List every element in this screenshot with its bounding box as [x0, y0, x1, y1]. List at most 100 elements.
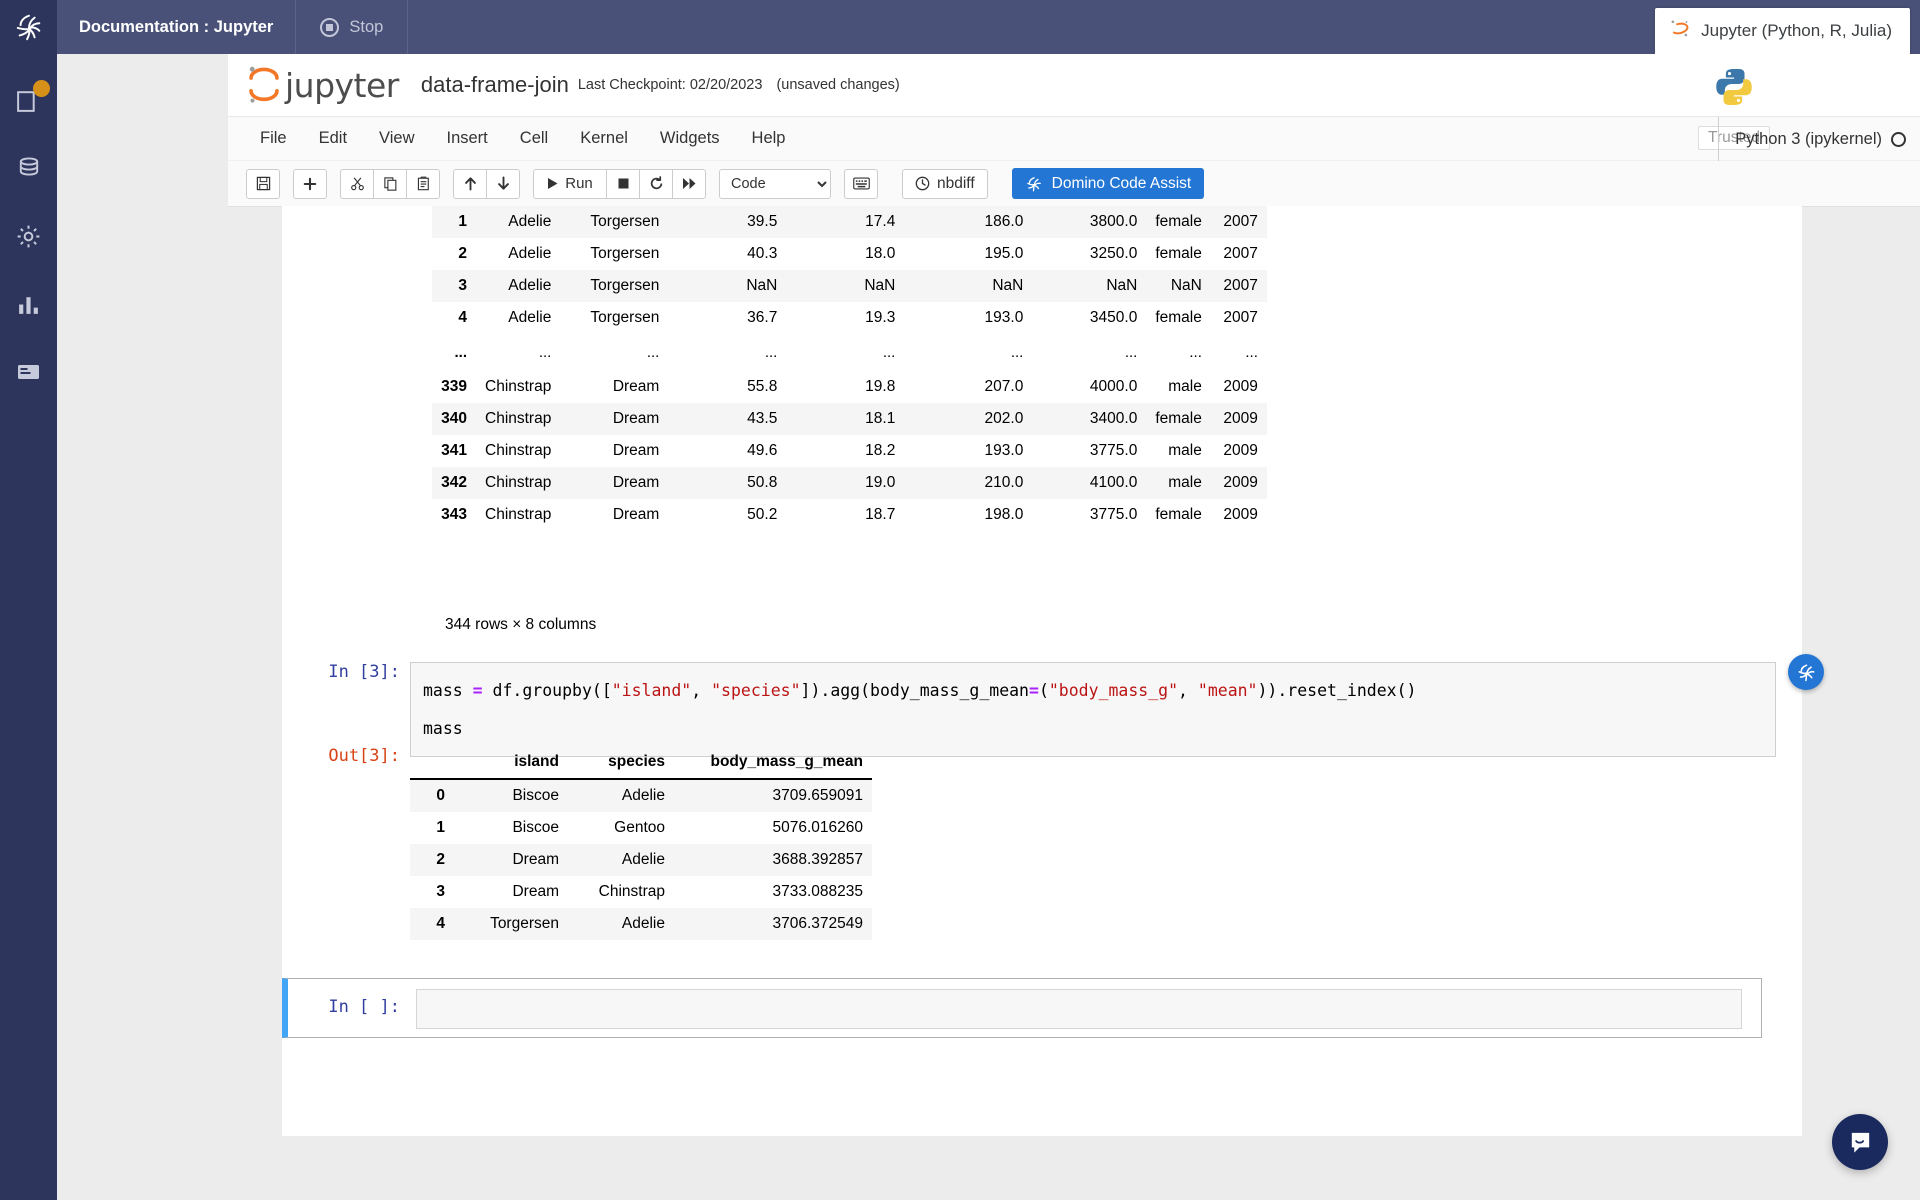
menu-cell[interactable]: Cell: [504, 123, 564, 154]
menu-view[interactable]: View: [363, 123, 430, 154]
cell-bill-length: 36.7: [747, 309, 778, 326]
notebook-page: jupyter data-frame-join Last Checkpoint:…: [57, 54, 1920, 1200]
cell-species: Adelie: [508, 245, 552, 262]
cut-icon: [350, 177, 364, 191]
row-index: 3: [458, 277, 467, 294]
run-cell-button[interactable]: Run: [533, 168, 607, 199]
chat-launcher-button[interactable]: [1832, 1114, 1888, 1170]
interrupt-kernel-button[interactable]: [606, 168, 640, 199]
run-button-label: Run: [565, 175, 593, 192]
save-button[interactable]: [246, 168, 280, 199]
restart-kernel-button[interactable]: [639, 168, 673, 199]
menu-widgets[interactable]: Widgets: [644, 123, 736, 154]
command-palette-button[interactable]: [844, 168, 878, 199]
move-cell-up-button[interactable]: [453, 168, 487, 199]
clock-icon: [915, 176, 930, 191]
cell-bill-length: 55.8: [747, 378, 778, 395]
table-row: 342 Chinstrap Dream 50.8 19.0 210.0 4100…: [432, 467, 1267, 499]
left-sidebar: [0, 54, 57, 1200]
sidebar-item-cards[interactable]: [13, 356, 45, 388]
table-row: 2 Dream Adelie 3688.392857: [410, 844, 872, 876]
cell-year: 2009: [1223, 506, 1258, 523]
menu-kernel[interactable]: Kernel: [564, 123, 644, 154]
cell-island: Dream: [512, 883, 559, 900]
menu-edit[interactable]: Edit: [303, 123, 363, 154]
cell-bill-length: 40.3: [747, 245, 778, 262]
run-icon: [548, 178, 558, 189]
cell-bill-depth: 18.0: [865, 245, 896, 262]
cell-sex: male: [1168, 442, 1202, 459]
column-header-body-mass-mean: body_mass_g_mean: [674, 746, 872, 780]
stop-circle-icon: [320, 17, 340, 37]
row-index: 4: [436, 915, 445, 932]
menu-help[interactable]: Help: [736, 123, 802, 154]
table-row: 341 Chinstrap Dream 49.6 18.2 193.0 3775…: [432, 435, 1267, 467]
sidebar-item-data[interactable]: [13, 152, 45, 184]
notebook-dirty-status: (unsaved changes): [776, 77, 900, 93]
insert-cell-below-button[interactable]: [293, 168, 327, 199]
row-index: ...: [432, 334, 476, 371]
card-icon: [17, 365, 39, 379]
cell-body-mass: NaN: [1106, 277, 1138, 294]
cell-bill-length: 50.2: [747, 506, 778, 523]
dataframe-shape-note: 344 rows × 8 columns: [445, 616, 597, 633]
cell-species: ...: [476, 334, 561, 371]
project-title[interactable]: Documentation : Jupyter: [57, 0, 297, 54]
cell-body-mass-mean: 5076.016260: [772, 819, 863, 836]
code-editor[interactable]: mass = df.groupby(["island", "species"])…: [410, 662, 1776, 758]
code-cell-in-3[interactable]: In [3]: mass = df.groupby(["island", "sp…: [282, 654, 1824, 758]
cell-year: 2009: [1223, 442, 1258, 459]
cell-bill-length: NaN: [746, 277, 778, 294]
move-up-icon: [464, 177, 476, 191]
cell-body-mass: 3775.0: [1089, 442, 1138, 459]
cell-island: Torgersen: [490, 915, 559, 932]
cell-flipper-length: 202.0: [984, 410, 1024, 427]
sidebar-item-files[interactable]: [13, 80, 50, 116]
cell-body-mass-mean: 3733.088235: [772, 883, 863, 900]
cell-island: Dream: [612, 378, 660, 395]
output-prompt: Out[3]:: [328, 746, 400, 766]
save-icon: [256, 176, 270, 191]
cell-bill-depth: ...: [786, 334, 905, 371]
kernel-indicator[interactable]: Python 3 (ipykernel): [1718, 117, 1906, 161]
jupyter-logo[interactable]: jupyter: [246, 65, 399, 105]
notebook-name[interactable]: data-frame-join: [421, 72, 569, 98]
cell-flipper-length: NaN: [992, 277, 1024, 294]
cell-flipper-length: 210.0: [984, 474, 1024, 491]
code-cell-empty-selected[interactable]: In [ ]:: [282, 978, 1762, 1038]
cell-sex: female: [1155, 245, 1202, 262]
code-editor-empty[interactable]: [416, 989, 1742, 1029]
nbdiff-button[interactable]: nbdiff: [902, 168, 988, 199]
table-row: 340 Chinstrap Dream 43.5 18.1 202.0 3400…: [432, 403, 1267, 435]
cell-species: Gentoo: [614, 819, 665, 836]
cell-type-select[interactable]: Code Markdown Raw NBConvert Heading: [719, 168, 831, 199]
cell-body-mass-mean: 3706.372549: [772, 915, 863, 932]
cell-bill-length: 49.6: [747, 442, 778, 459]
cell-bill-depth: 19.3: [865, 309, 896, 326]
sidebar-item-analytics[interactable]: [13, 288, 45, 320]
row-index: 339: [441, 378, 467, 395]
domino-code-assist-fab[interactable]: [1788, 654, 1824, 690]
browser-tab-jupyter[interactable]: Jupyter (Python, R, Julia): [1655, 8, 1910, 54]
table-row: 3 Adelie Torgersen NaN NaN NaN NaN NaN 2…: [432, 270, 1267, 302]
code-line-1: mass = df.groupby(["island", "species"])…: [423, 681, 1417, 700]
cell-species: Adelie: [621, 851, 665, 868]
domino-code-assist-button[interactable]: Domino Code Assist: [1011, 168, 1205, 199]
table-row: 339 Chinstrap Dream 55.8 19.8 207.0 4000…: [432, 371, 1267, 403]
domino-logo-icon[interactable]: [0, 0, 57, 54]
paste-cell-button[interactable]: [406, 168, 440, 199]
menu-file[interactable]: File: [244, 123, 303, 154]
cell-flipper-length: 195.0: [984, 245, 1024, 262]
menu-insert[interactable]: Insert: [431, 123, 504, 154]
sidebar-item-settings[interactable]: [13, 220, 45, 252]
table-row: 0 Biscoe Adelie 3709.659091: [410, 779, 872, 812]
restart-and-run-all-button[interactable]: [672, 168, 706, 199]
cell-sex: male: [1168, 474, 1202, 491]
copy-cell-button[interactable]: [373, 168, 407, 199]
notification-badge: [32, 80, 50, 97]
table-row: 4 Torgersen Adelie 3706.372549: [410, 908, 872, 940]
cut-cell-button[interactable]: [340, 168, 374, 199]
notebook-title-row: jupyter data-frame-join Last Checkpoint:…: [228, 54, 1920, 116]
stop-button[interactable]: Stop: [296, 0, 409, 54]
move-cell-down-button[interactable]: [486, 168, 520, 199]
